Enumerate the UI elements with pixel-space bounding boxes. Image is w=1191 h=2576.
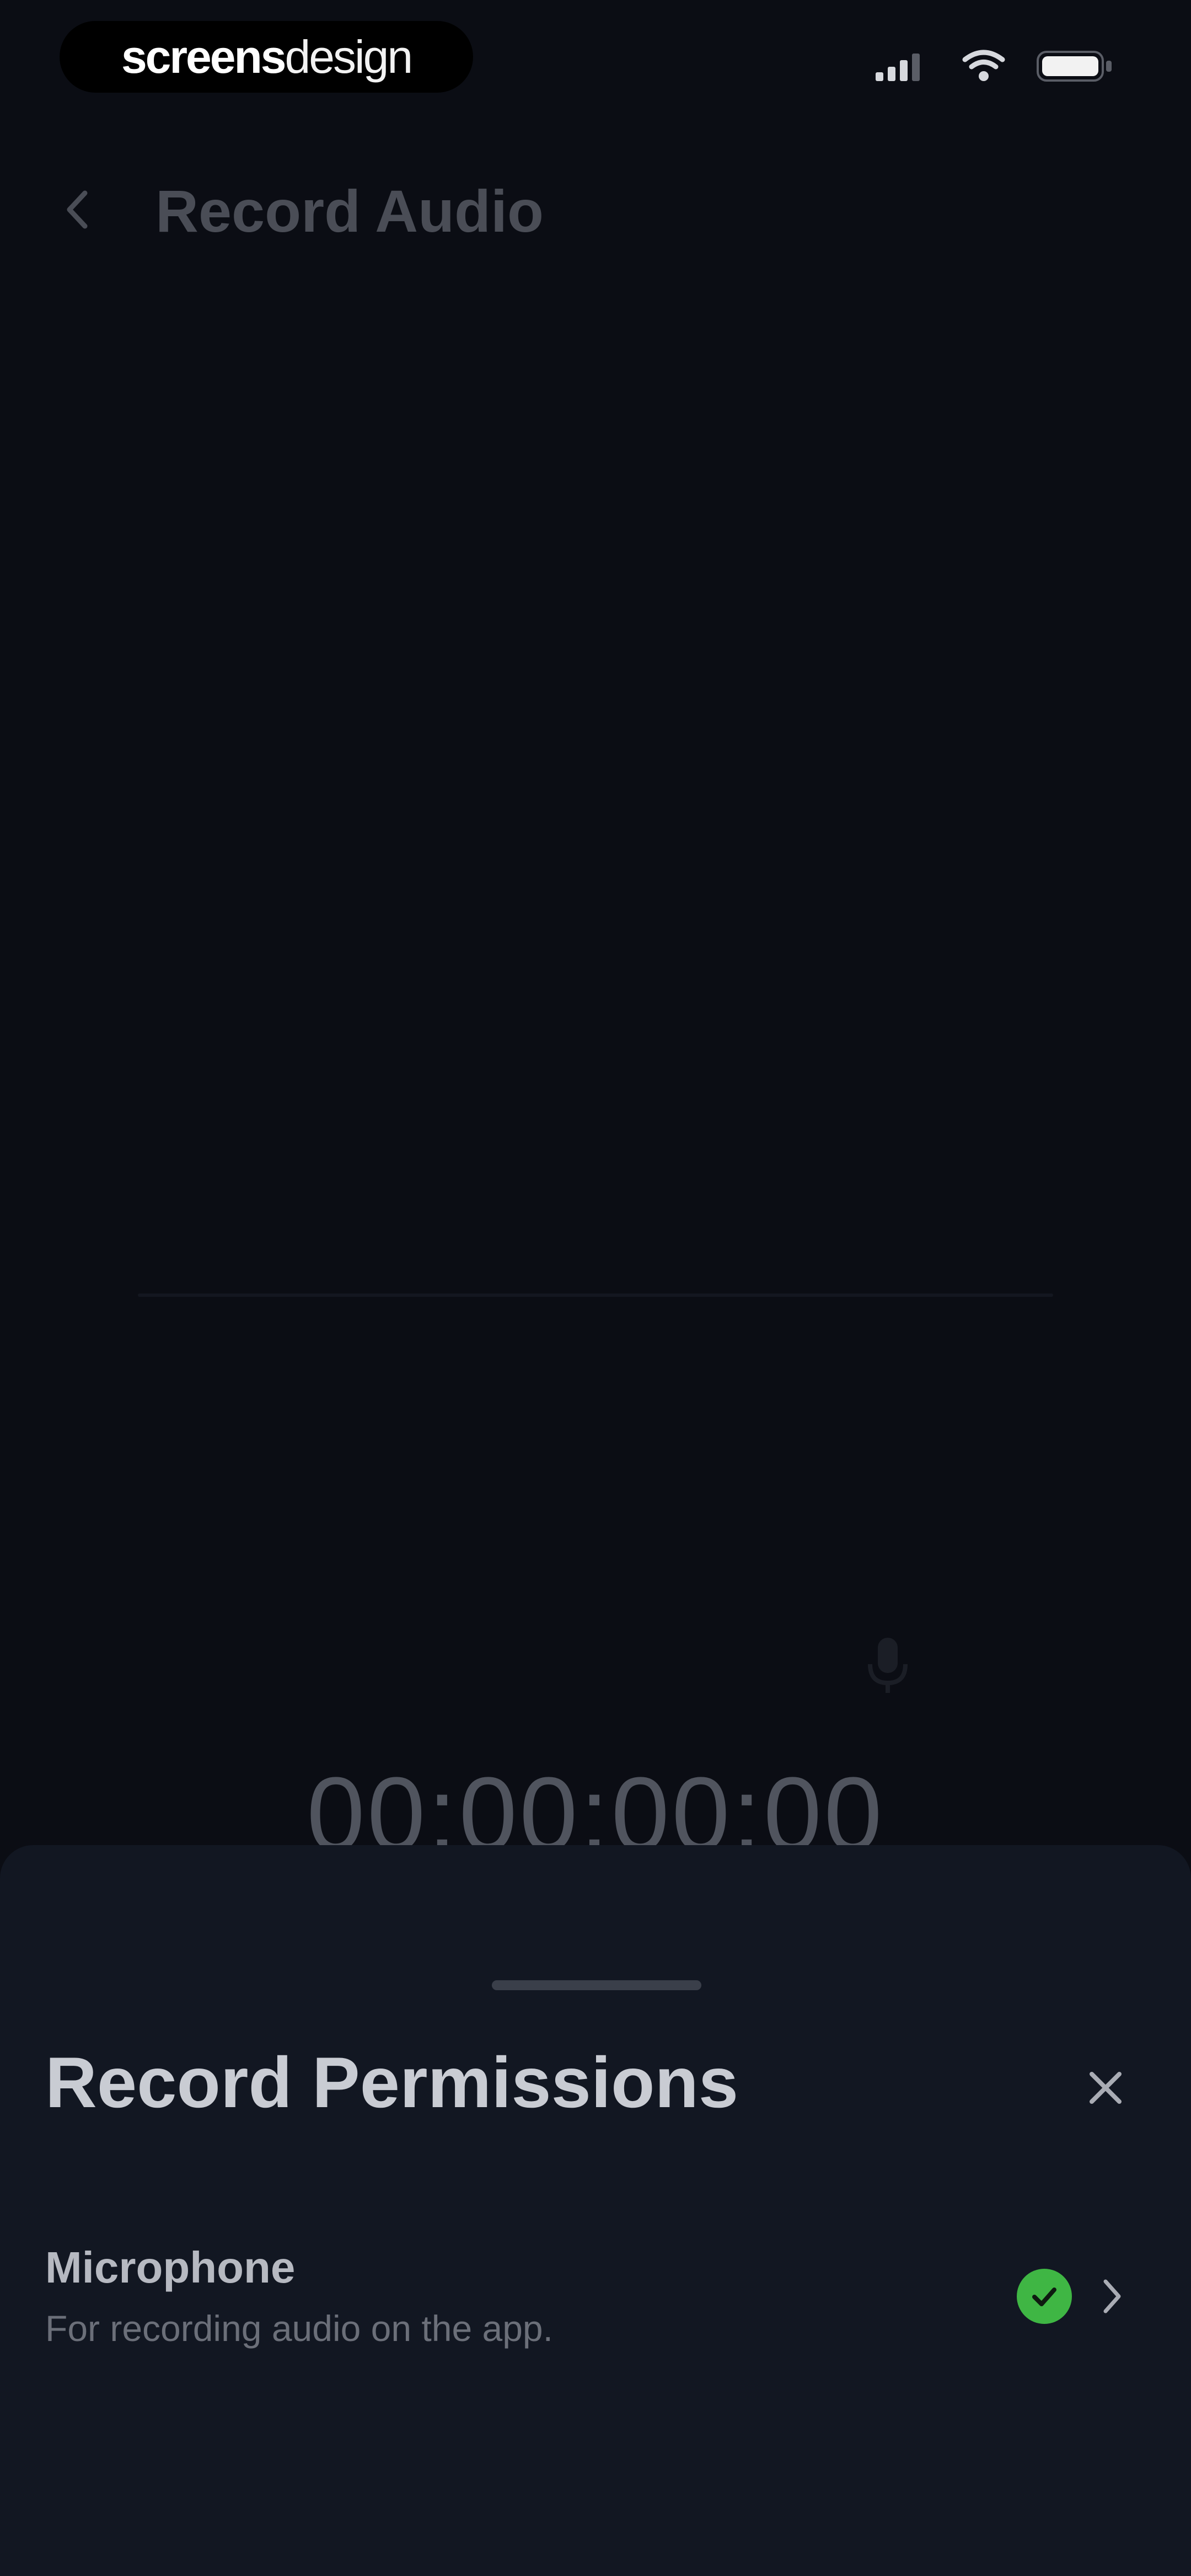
close-icon [1090,2072,1122,2104]
check-circle-icon [1017,2269,1072,2324]
mic-button[interactable] [849,1627,926,1704]
status-icons [876,50,1114,83]
permissions-sheet: Record Permissions Microphone For record… [0,1845,1191,2576]
permission-row-microphone[interactable]: Microphone For recording audio on the ap… [45,2242,1142,2375]
record-audio-screen: screens design Record Audio 00:00:00:00 … [0,0,1191,2576]
header: Record Audio [0,165,1191,254]
brand-logo: screens design [60,21,473,93]
brand-text-light: design [285,30,414,83]
microphone-icon [868,1638,908,1693]
sheet-title: Record Permissions [45,2042,739,2123]
waveform-baseline [138,1294,1053,1297]
permission-description: For recording audio on the app. [45,2308,553,2349]
status-bar: screens design [0,0,1191,127]
brand-text-bold: screens [121,30,287,83]
signal-icon [876,54,920,81]
chevron-right-icon [1093,2275,1131,2317]
back-button[interactable] [55,188,99,232]
chevron-left-icon [67,190,88,229]
page-title: Record Audio [155,178,544,244]
battery-icon [1037,51,1112,82]
permission-name: Microphone [45,2243,296,2292]
close-button[interactable] [1075,2057,1136,2118]
sheet-grabber[interactable] [492,1980,701,1990]
wifi-icon [962,50,1005,81]
